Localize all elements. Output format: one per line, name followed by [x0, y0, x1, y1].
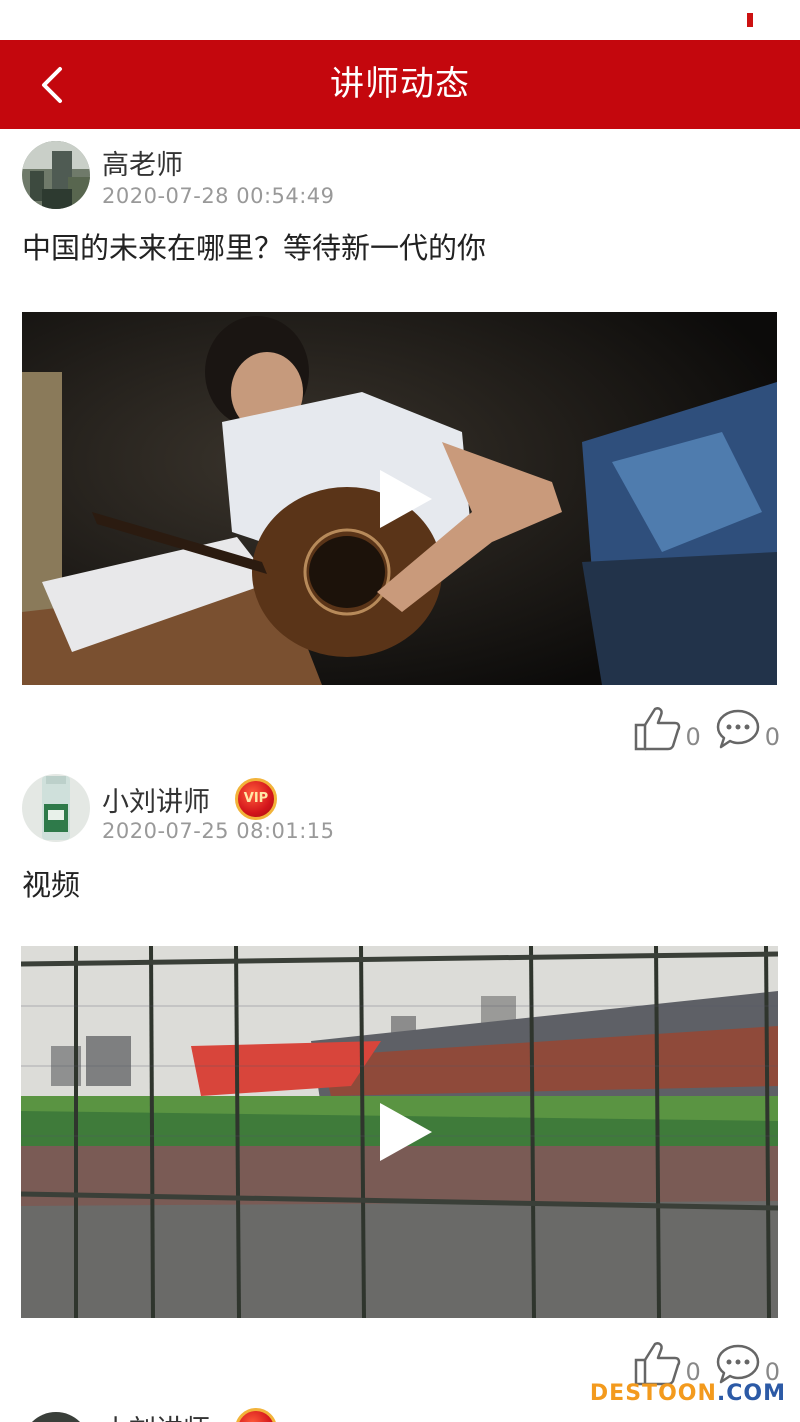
- vip-badge: VIP: [235, 778, 277, 820]
- post-timestamp: 2020-07-28 00:54:49: [102, 184, 335, 208]
- post-text: 视频: [22, 868, 81, 902]
- battery-indicator: [747, 13, 753, 27]
- author-name[interactable]: 高老师: [102, 143, 183, 182]
- avatar[interactable]: [22, 141, 90, 209]
- video-thumbnail[interactable]: [22, 312, 777, 685]
- status-bar: [0, 0, 800, 40]
- post-item[interactable]: 小刘讲师: [0, 1404, 800, 1422]
- page-title: 讲师动态: [330, 64, 470, 104]
- like-button[interactable]: 0: [633, 705, 701, 751]
- thumbs-up-icon: [635, 1342, 681, 1386]
- post-text: 中国的未来在哪里？等待新一代的你: [22, 231, 487, 265]
- comment-button[interactable]: 0: [715, 707, 780, 751]
- post-actions: 0 0: [633, 1340, 780, 1386]
- thumbs-up-icon: [635, 707, 681, 751]
- post-actions: 0 0: [633, 705, 780, 751]
- comment-button[interactable]: 0: [715, 1342, 780, 1386]
- post-timestamp: 2020-07-25 08:01:15: [102, 819, 335, 843]
- post-item[interactable]: 小刘讲师 VIP 2020-07-25 08:01:15 视频 0 0: [0, 764, 800, 1404]
- author-name[interactable]: 小刘讲师: [102, 1408, 210, 1422]
- like-count: 0: [685, 723, 701, 751]
- comment-icon: [716, 709, 759, 749]
- watermark-logo: DESTOON.COM: [589, 1381, 786, 1406]
- nav-bar: 讲师动态: [0, 40, 800, 129]
- play-icon[interactable]: [376, 1099, 436, 1165]
- comment-icon: [716, 1344, 759, 1384]
- play-icon[interactable]: [376, 466, 436, 532]
- comment-count: 0: [764, 723, 780, 751]
- like-button[interactable]: 0: [633, 1340, 701, 1386]
- avatar[interactable]: [22, 1412, 90, 1422]
- avatar[interactable]: [22, 774, 90, 842]
- post-item[interactable]: 高老师 2020-07-28 00:54:49 中国的未来在哪里？等待新一代的你: [0, 129, 800, 759]
- author-name[interactable]: 小刘讲师: [102, 780, 210, 819]
- vip-badge: [235, 1408, 277, 1422]
- video-thumbnail[interactable]: [21, 946, 778, 1318]
